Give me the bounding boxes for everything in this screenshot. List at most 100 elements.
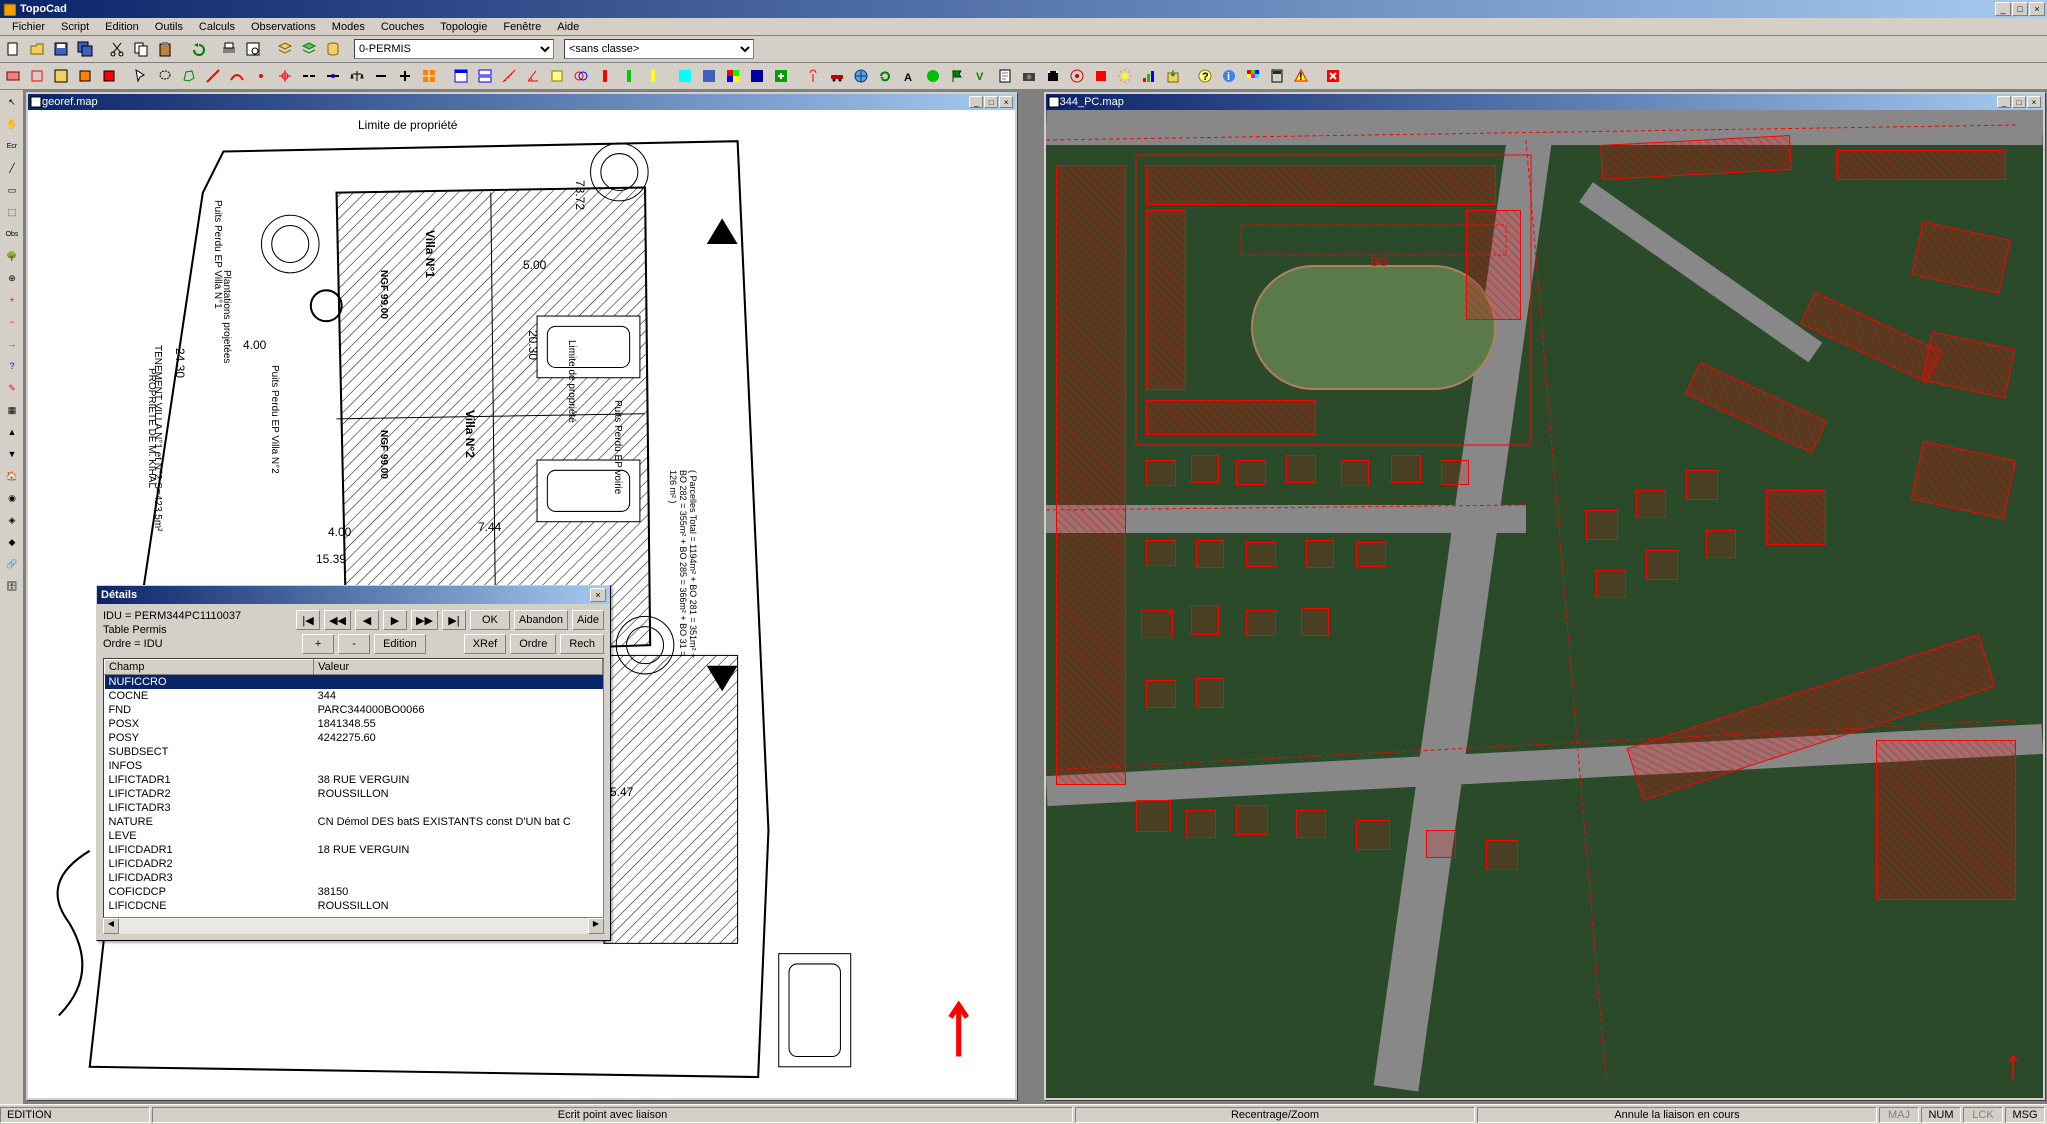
menu-fenetre[interactable]: Fenêtre [495, 19, 549, 35]
undo-icon[interactable] [186, 38, 208, 60]
menu-aide[interactable]: Aide [549, 19, 587, 35]
chart-icon[interactable] [1138, 65, 1160, 87]
film-icon[interactable] [1042, 65, 1064, 87]
snap-icon[interactable] [274, 65, 296, 87]
scroll-track[interactable] [119, 918, 588, 934]
menu-modes[interactable]: Modes [324, 19, 373, 35]
vtool-up-icon[interactable]: ▲ [2, 422, 22, 442]
help-icon[interactable]: ? [1194, 65, 1216, 87]
vtool-target-icon[interactable]: ⊕ [2, 268, 22, 288]
save-icon[interactable] [50, 38, 72, 60]
vtool-line2-icon[interactable]: ╱ [2, 158, 22, 178]
minus-icon[interactable] [370, 65, 392, 87]
cut-icon[interactable] [106, 38, 128, 60]
marker-red-icon[interactable] [594, 65, 616, 87]
vtool-cursor-icon[interactable]: ↖ [2, 92, 22, 112]
exit-icon[interactable] [1322, 65, 1344, 87]
calc-icon[interactable] [1266, 65, 1288, 87]
plus-icon[interactable] [394, 65, 416, 87]
color-blue-icon[interactable] [698, 65, 720, 87]
marker-yellow-icon[interactable] [642, 65, 664, 87]
menu-outils[interactable]: Outils [147, 19, 191, 35]
vtool-hand-icon[interactable]: ✋ [2, 114, 22, 134]
layer-select[interactable]: 0-PERMIS [354, 39, 554, 59]
vtool-sym3-icon[interactable]: ◆ [2, 532, 22, 552]
color-blue2-icon[interactable] [746, 65, 768, 87]
minimize-button[interactable]: _ [1995, 2, 2011, 16]
ordre-button[interactable]: Ordre [510, 634, 556, 654]
grid-scrollbar-h[interactable]: ◀ ▶ [103, 918, 604, 934]
vtool-text-ecr-icon[interactable]: Ecr [2, 136, 22, 156]
table-row[interactable]: LEVE [105, 829, 603, 843]
break-icon[interactable] [298, 65, 320, 87]
table-row[interactable]: POSX1841348.55 [105, 717, 603, 731]
table-row[interactable]: LIFICDADR2 [105, 857, 603, 871]
refresh-icon[interactable] [874, 65, 896, 87]
edition-button[interactable]: Edition [374, 634, 426, 654]
col-champ[interactable]: Champ [105, 660, 314, 675]
menu-topologie[interactable]: Topologie [432, 19, 495, 35]
table-row[interactable]: POSY4242275.60 [105, 731, 603, 745]
vtool-sym2-icon[interactable]: ◈ [2, 510, 22, 530]
angle-icon[interactable] [522, 65, 544, 87]
scroll-right-button[interactable]: ▶ [588, 918, 604, 934]
new-icon[interactable] [2, 38, 24, 60]
vtool-grid-icon[interactable]: ▦ [2, 400, 22, 420]
vtool-arrow-red-icon[interactable]: → [2, 334, 22, 354]
print-preview-icon[interactable] [242, 38, 264, 60]
curve-icon[interactable] [226, 65, 248, 87]
abandon-button[interactable]: Abandon [514, 610, 568, 630]
col-valeur[interactable]: Valeur [314, 660, 603, 675]
tool-5-icon[interactable] [98, 65, 120, 87]
table-row[interactable]: LIFICTADR2ROUSSILLON [105, 787, 603, 801]
color-multi-icon[interactable] [722, 65, 744, 87]
child-min-button[interactable]: _ [1997, 96, 2011, 108]
table-row[interactable]: INFOS [105, 759, 603, 773]
table-row[interactable]: LIFICTADR138 RUE VERGUIN [105, 773, 603, 787]
dialog-close-button[interactable]: × [590, 588, 606, 602]
car-icon[interactable] [826, 65, 848, 87]
database-icon[interactable] [322, 38, 344, 60]
tool-3-icon[interactable] [50, 65, 72, 87]
vtool-tree-icon[interactable]: 🌳 [2, 246, 22, 266]
close-button[interactable]: × [2029, 2, 2045, 16]
window-icon[interactable] [450, 65, 472, 87]
menu-observations[interactable]: Observations [243, 19, 324, 35]
vtool-rect-icon[interactable]: ▭ [2, 180, 22, 200]
ok-button[interactable]: OK [470, 610, 510, 630]
child-close-button[interactable]: × [999, 96, 1013, 108]
vtool-link-icon[interactable]: 🔗 [2, 554, 22, 574]
aerial-canvas[interactable]: BO ↑ [1046, 110, 2043, 1098]
minus-button[interactable]: - [338, 634, 370, 654]
details-grid[interactable]: Champ Valeur NUFICCROCOCNE344FNDPARC3440… [103, 658, 604, 918]
copy-icon[interactable] [130, 38, 152, 60]
open-icon[interactable] [26, 38, 48, 60]
nav-prev-button[interactable]: ◀ [355, 610, 379, 630]
table-row[interactable]: COCNE344 [105, 689, 603, 703]
table-row[interactable]: COFICDCP38150 [105, 885, 603, 899]
grid-orange-icon[interactable] [418, 65, 440, 87]
palette-icon[interactable] [1242, 65, 1264, 87]
measure-icon[interactable] [498, 65, 520, 87]
line-icon[interactable] [202, 65, 224, 87]
nav-last-button[interactable]: ▶| [442, 610, 466, 630]
menu-edition[interactable]: Edition [97, 19, 147, 35]
vtool-sym1-icon[interactable]: ◉ [2, 488, 22, 508]
tool-4-icon[interactable] [74, 65, 96, 87]
vtool-q-icon[interactable]: ? [2, 356, 22, 376]
menu-calculs[interactable]: Calculs [191, 19, 243, 35]
layers2-icon[interactable] [298, 38, 320, 60]
vtool-minus-red-icon[interactable]: − [2, 312, 22, 332]
polygon-icon[interactable] [178, 65, 200, 87]
globe-icon[interactable] [850, 65, 872, 87]
layers-icon[interactable] [274, 38, 296, 60]
area-icon[interactable] [546, 65, 568, 87]
sun-icon[interactable] [1114, 65, 1136, 87]
xref-button[interactable]: XRef [464, 634, 506, 654]
color-plus-icon[interactable] [770, 65, 792, 87]
flag-icon[interactable] [946, 65, 968, 87]
lasso-icon[interactable] [154, 65, 176, 87]
child-max-button[interactable]: □ [984, 96, 998, 108]
print-icon[interactable] [218, 38, 240, 60]
vtool-down-icon[interactable]: ▼ [2, 444, 22, 464]
